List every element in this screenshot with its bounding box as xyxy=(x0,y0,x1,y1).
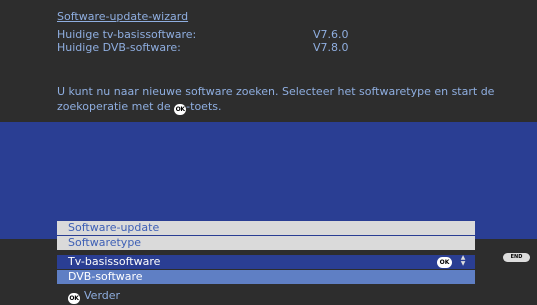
option-tv-basissoftware[interactable]: Tv-basissoftware xyxy=(57,255,475,269)
end-button[interactable]: END xyxy=(503,253,530,262)
ok-key-icon: OK xyxy=(174,104,187,115)
tv-software-version: V7.6.0 xyxy=(313,28,349,41)
dvb-software-label: Huidige DVB-software: xyxy=(57,41,181,54)
option-dvb-software[interactable]: DVB-software xyxy=(57,270,475,284)
dvb-software-row: Huidige DVB-software: V7.8.0 xyxy=(57,41,349,54)
instruction-text-part2: -toets. xyxy=(186,100,222,113)
up-down-arrows-icon[interactable]: ▲ ▼ xyxy=(459,255,467,269)
ok-button[interactable]: OK xyxy=(437,257,452,268)
tv-software-label: Huidige tv-basissoftware: xyxy=(57,28,197,41)
instruction-text-part1: U kunt nu naar nieuwe software zoeken. S… xyxy=(57,85,495,113)
dvb-software-version: V7.8.0 xyxy=(313,41,349,54)
wizard-title: Software-update-wizard xyxy=(57,10,189,23)
next-label: Verder xyxy=(84,289,121,302)
menu-item-software-update[interactable]: Software-update xyxy=(57,221,475,235)
ok-key-icon-footer: OK xyxy=(68,293,80,304)
menu-item-software-type[interactable]: Softwaretype xyxy=(57,236,475,250)
tv-software-row: Huidige tv-basissoftware: V7.6.0 xyxy=(57,28,349,41)
next-hint[interactable]: OK Verder xyxy=(68,289,120,304)
instruction-text: U kunt nu naar nieuwe software zoeken. S… xyxy=(57,84,527,115)
info-panel: Software-update-wizard Huidige tv-basiss… xyxy=(0,0,537,120)
